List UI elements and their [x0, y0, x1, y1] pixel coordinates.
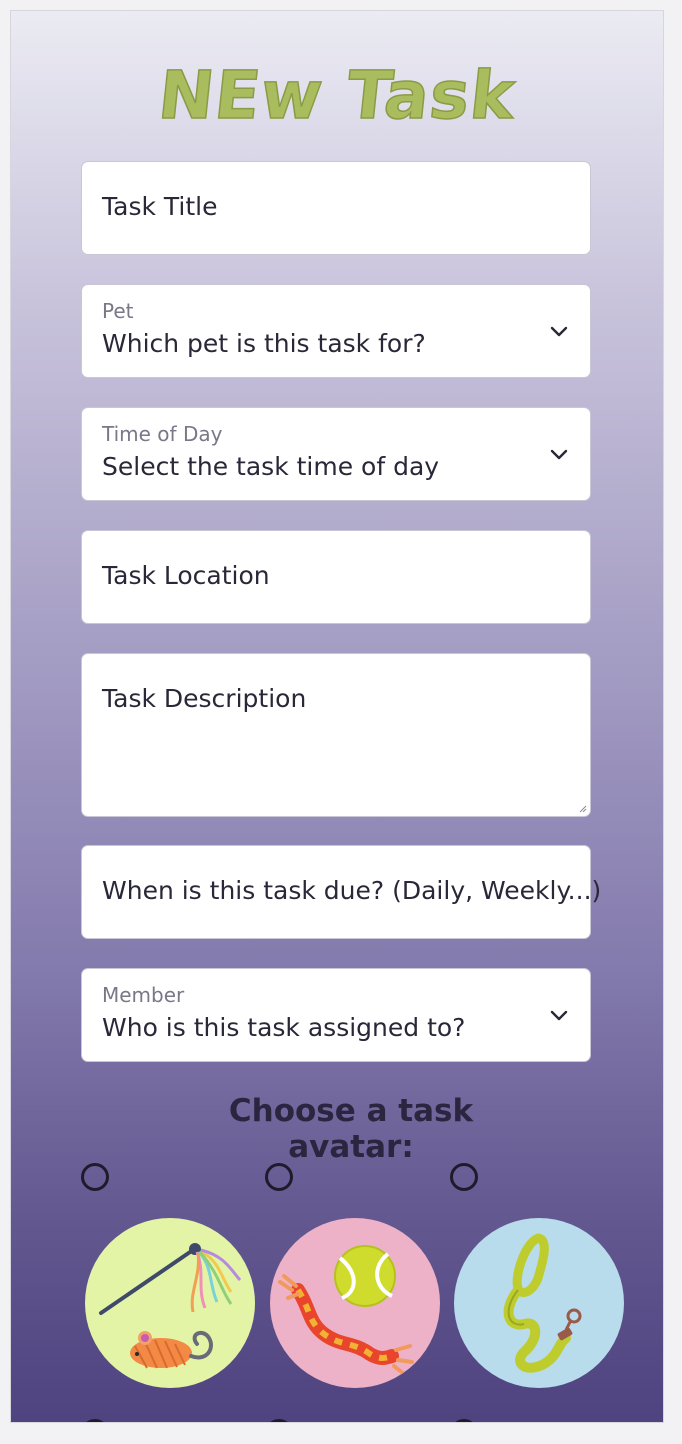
- task-location-field[interactable]: Task Location: [81, 530, 591, 624]
- leash-icon: [503, 1233, 582, 1373]
- task-location-placeholder: Task Location: [102, 561, 270, 590]
- due-frequency-field[interactable]: When is this task due? (Daily, Weekly...…: [81, 845, 601, 939]
- avatar-option-cat-toy[interactable]: [85, 1218, 255, 1388]
- member-select[interactable]: Member Who is this task assigned to?: [81, 968, 591, 1062]
- task-form-screen: NEw Task Task Title Pet Which pet is thi…: [10, 10, 664, 1423]
- avatar-heading: Choose a task avatar:: [228, 1093, 474, 1165]
- avatar-radio-6[interactable]: [450, 1419, 478, 1422]
- avatar-option-rope-toy[interactable]: [270, 1218, 440, 1388]
- time-of-day-select[interactable]: Time of Day Select the task time of day: [81, 407, 591, 501]
- avatar-radio-3[interactable]: [450, 1163, 478, 1191]
- avatar-radio-5[interactable]: [265, 1419, 293, 1422]
- member-value: Who is this task assigned to?: [102, 1013, 466, 1042]
- page-title: NEw Task: [154, 56, 520, 135]
- time-of-day-value: Select the task time of day: [102, 452, 440, 481]
- task-title-placeholder: Task Title: [102, 192, 218, 221]
- pet-label: Pet: [102, 299, 134, 323]
- task-description-placeholder: Task Description: [102, 684, 307, 713]
- avatar-radio-2[interactable]: [265, 1163, 293, 1191]
- avatar-radio-1[interactable]: [81, 1163, 109, 1191]
- task-description-textarea[interactable]: Task Description: [81, 653, 591, 817]
- pet-select[interactable]: Pet Which pet is this task for?: [81, 284, 591, 378]
- chevron-down-icon: [550, 1010, 568, 1021]
- chevron-down-icon: [550, 326, 568, 337]
- due-frequency-placeholder: When is this task due? (Daily, Weekly...…: [102, 876, 602, 905]
- rope-toy-and-tennis-ball-icon: [278, 1245, 414, 1376]
- task-title-field[interactable]: Task Title: [81, 161, 591, 255]
- pet-value: Which pet is this task for?: [102, 329, 426, 358]
- cat-toy-wand-and-mouse-icon: [99, 1243, 242, 1369]
- avatar-radio-4[interactable]: [81, 1419, 109, 1422]
- time-of-day-label: Time of Day: [102, 422, 223, 446]
- chevron-down-icon: [550, 449, 568, 460]
- resize-handle-icon[interactable]: [579, 805, 587, 813]
- member-label: Member: [102, 983, 185, 1007]
- avatar-option-leash[interactable]: [454, 1218, 624, 1388]
